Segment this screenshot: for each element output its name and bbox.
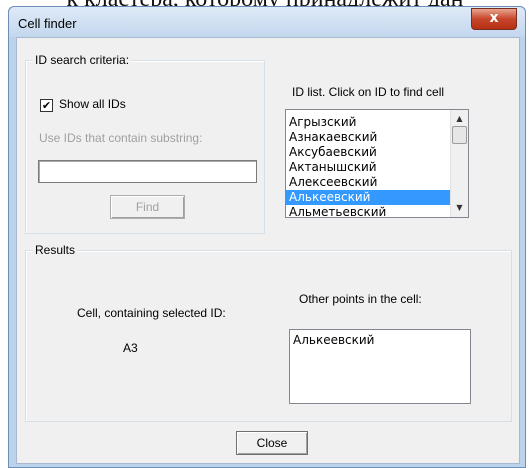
show-all-ids-label[interactable]: Show all IDs	[59, 97, 126, 111]
id-list-item[interactable]: Алькеевский	[286, 190, 468, 205]
find-button[interactable]: Find	[110, 195, 185, 219]
id-list-item[interactable]: Агрызский	[286, 115, 468, 130]
id-list-scrollbar[interactable]: ▲ ▼	[450, 110, 468, 217]
scroll-down-icon[interactable]: ▼	[451, 201, 468, 215]
dialog-client-area: ID search criteria: ✔ Show all IDs Use I…	[16, 37, 520, 464]
id-list[interactable]: Агрызский Азнакаевский Аксубаевский Актаныш…	[285, 109, 469, 218]
results-legend: Results	[33, 243, 78, 257]
show-all-ids-checkbox[interactable]: ✔	[40, 99, 53, 112]
id-list-item[interactable]: Актанышский	[286, 160, 468, 175]
id-list-items: Агрызский Азнакаевский Аксубаевский Актаныш…	[286, 115, 468, 217]
cell-label: Cell, containing selected ID:	[77, 306, 226, 320]
id-list-header: ID list. Click on ID to find cell	[292, 85, 445, 99]
scroll-thumb[interactable]	[452, 126, 467, 144]
window-title: Cell finder	[18, 16, 77, 31]
id-search-group: ID search criteria: ✔ Show all IDs Use I…	[25, 53, 265, 234]
id-list-item[interactable]: Аксубаевский	[286, 145, 468, 160]
other-points-item[interactable]: Алькеевский	[290, 333, 470, 348]
id-list-item[interactable]: Азнакаевский	[286, 130, 468, 145]
other-points-items: Алькеевский	[290, 333, 470, 348]
checkmark-icon: ✔	[41, 99, 52, 112]
close-icon: x	[489, 10, 499, 26]
other-points-list[interactable]: Алькеевский	[289, 329, 471, 404]
close-button[interactable]: Close	[236, 431, 308, 455]
other-points-label: Other points in the cell:	[299, 292, 422, 306]
id-list-item[interactable]: Альметьевский	[286, 205, 468, 217]
close-window-button[interactable]: x	[471, 8, 517, 30]
substring-input[interactable]	[38, 160, 257, 183]
substring-label: Use IDs that contain substring:	[39, 131, 203, 145]
id-search-legend: ID search criteria:	[33, 53, 132, 67]
cell-value: A3	[123, 341, 138, 355]
scroll-up-icon[interactable]: ▲	[451, 112, 468, 126]
cell-finder-dialog: Cell finder x ID search criteria: ✔ Show…	[8, 6, 526, 468]
id-list-item[interactable]: Алексеевский	[286, 175, 468, 190]
title-bar[interactable]: Cell finder x	[9, 7, 525, 37]
results-group: Results Cell, containing selected ID: A3…	[25, 243, 512, 422]
